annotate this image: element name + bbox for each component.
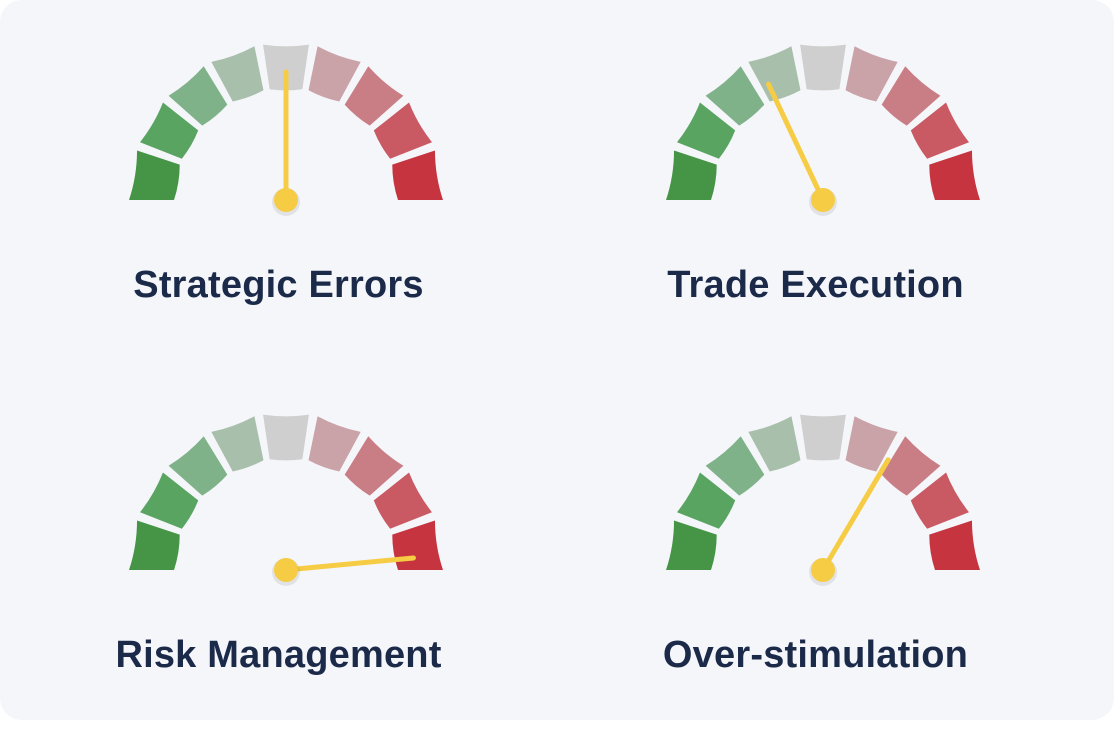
gauge-needle: [766, 81, 826, 203]
gauge-hub: [811, 558, 835, 582]
gauge-title: Over-stimulation: [662, 634, 969, 676]
gauge-segment: [263, 414, 309, 461]
gauge-needle: [820, 457, 891, 573]
gauge-segment: [929, 150, 980, 200]
gauge-title: Risk Management: [115, 634, 442, 676]
gauge-trade-execution-dial: [666, 44, 980, 216]
gauge-strategic-errors-dial: [129, 44, 443, 216]
gauge-title: Strategic Errors: [133, 264, 424, 306]
gauges-card: Strategic Errors Trade Execution Risk Ma…: [0, 0, 1114, 720]
gauge-trade-execution: Trade Execution: [537, 0, 1094, 360]
gauge-hub: [274, 188, 298, 212]
gauge-risk-management-dial: [129, 414, 443, 586]
gauge-title: Trade Execution: [667, 264, 964, 306]
gauge-segment: [666, 150, 717, 200]
gauge-segment: [666, 520, 717, 570]
gauge-strategic-errors: Strategic Errors: [0, 0, 557, 360]
gauge-segment: [929, 520, 980, 570]
gauge-hub: [811, 188, 835, 212]
gauge-segment: [129, 520, 180, 570]
gauge-segment: [800, 414, 846, 461]
gauge-segment: [392, 150, 443, 200]
gauge-segment: [800, 44, 846, 91]
gauge-risk-management: Risk Management: [0, 370, 557, 730]
gauge-needle: [283, 555, 416, 573]
gauge-over-stimulation-dial: [666, 414, 980, 586]
gauge-segment: [392, 520, 443, 570]
gauge-hub: [274, 558, 298, 582]
gauge-segment: [129, 150, 180, 200]
gauge-over-stimulation: Over-stimulation: [537, 370, 1094, 730]
